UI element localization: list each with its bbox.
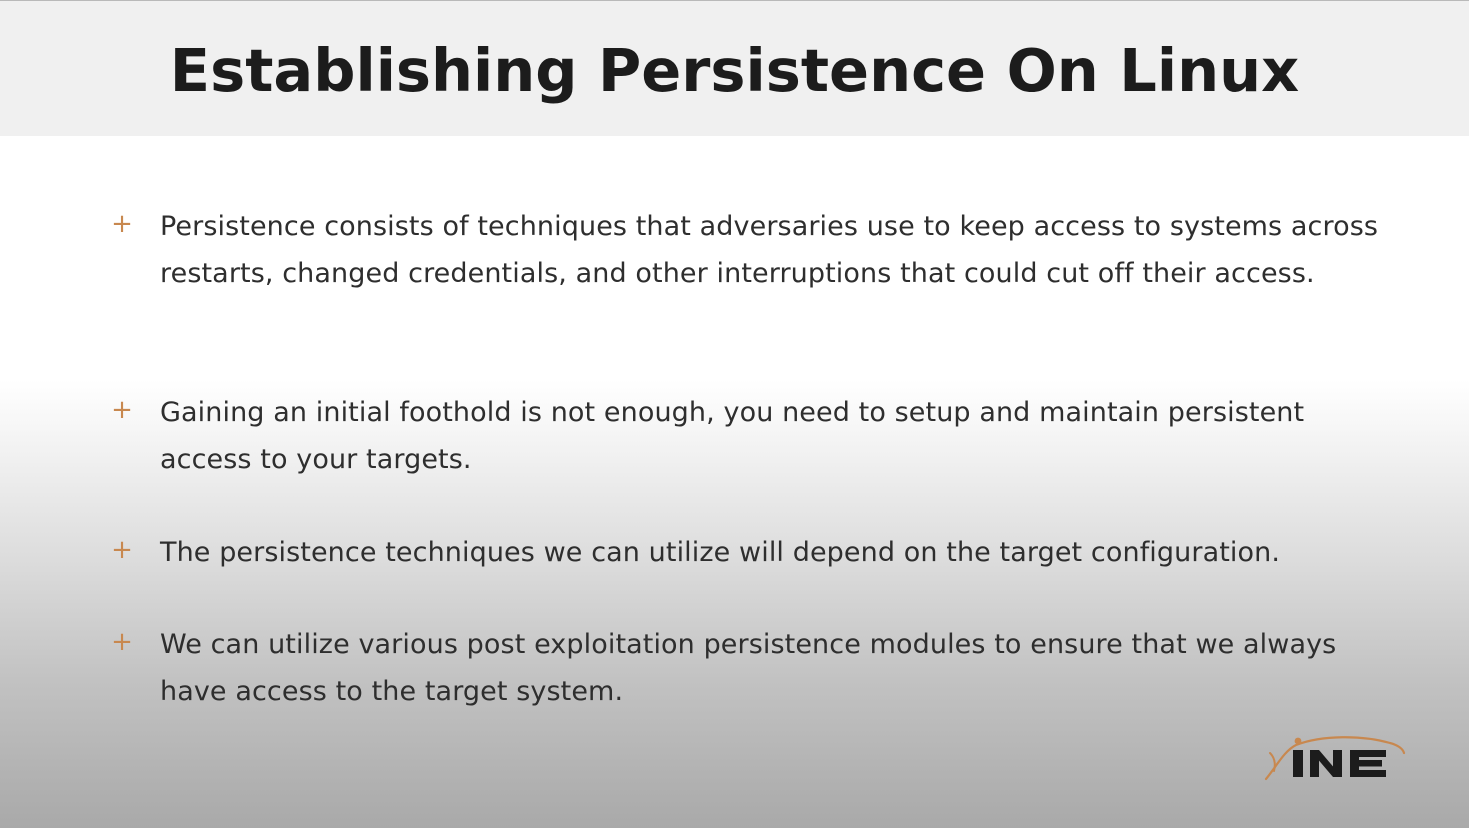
slide-title: Establishing Persistence On Linux bbox=[169, 36, 1300, 105]
ine-logo-icon bbox=[1262, 733, 1408, 785]
plus-bullet-icon: + bbox=[111, 395, 133, 425]
plus-bullet-icon: + bbox=[111, 535, 133, 565]
bullet-text: Persistence consists of techniques that … bbox=[160, 211, 1379, 289]
plus-bullet-icon: + bbox=[111, 209, 133, 239]
title-bar: Establishing Persistence On Linux bbox=[0, 1, 1469, 136]
bullet-text: Gaining an initial foothold is not enoug… bbox=[160, 397, 1305, 475]
bullet-text: We can utilize various post exploitation… bbox=[160, 629, 1337, 707]
plus-bullet-icon: + bbox=[111, 627, 133, 657]
bullet-text: The persistence techniques we can utiliz… bbox=[160, 537, 1281, 568]
